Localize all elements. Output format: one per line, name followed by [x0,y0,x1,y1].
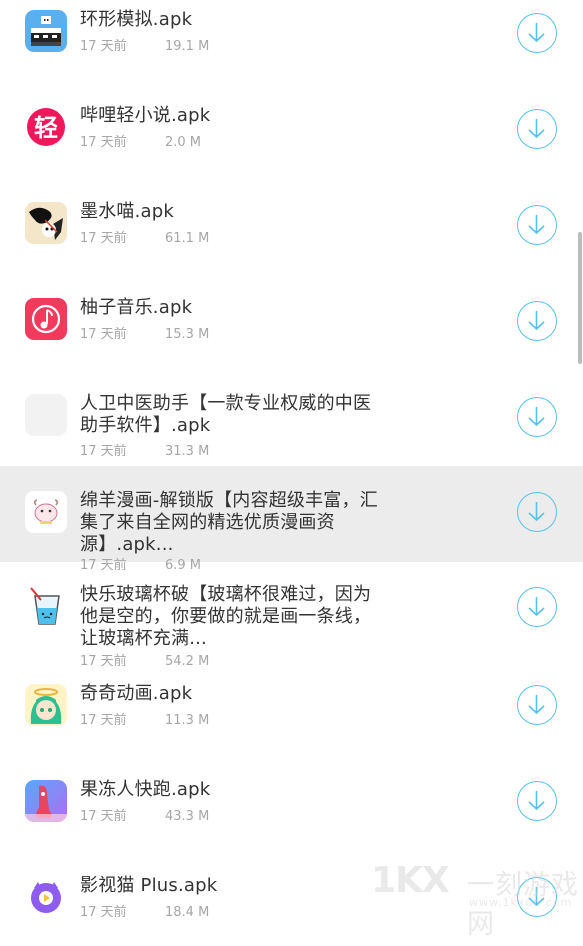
file-date: 17 天前 [80,327,127,342]
list-item[interactable]: 轻 哔哩轻小说.apk 17 天前 2.0 M [0,80,583,176]
music-note-app-icon [25,298,67,340]
list-item[interactable]: 人卫中医助手【一款专业权威的中医助手软件】.apk 17 天前 31.3 M [0,368,583,464]
list-item[interactable]: 墨水喵.apk 17 天前 61.1 M [0,176,583,272]
download-arrow-icon [528,311,545,331]
file-meta: 17 天前 15.3 M [80,323,209,342]
scrollbar[interactable] [578,232,582,364]
download-arrow-icon [528,502,545,522]
file-name: 柚子音乐.apk [80,297,193,318]
list-item[interactable]: 快乐玻璃杯破【玻璃杯很难过，因为他是空的，你要做的就是画一条线，让玻璃杯充满..… [0,562,583,669]
file-name: 果冻人快跑.apk [80,779,211,800]
bilibili-light-novel-app-icon: 轻 [25,106,67,148]
video-cat-app-icon [25,876,67,918]
file-date: 17 天前 [80,809,127,824]
download-arrow-icon [528,119,545,139]
file-meta: 17 天前 31.3 M [80,440,209,459]
file-size: 2.0 M [165,135,202,150]
download-arrow-icon [528,407,545,427]
file-size: 31.3 M [165,444,210,459]
file-meta: 17 天前 61.1 M [80,227,209,246]
download-button[interactable] [517,109,557,149]
file-name: 快乐玻璃杯破【玻璃杯很难过，因为他是空的，你要做的就是画一条线，让玻璃杯充满..… [80,584,372,649]
file-date: 17 天前 [80,231,127,246]
download-button[interactable] [517,587,557,627]
download-button[interactable] [517,781,557,821]
file-size: 43.3 M [165,809,210,824]
water-glass-app-icon [25,586,67,628]
download-button[interactable] [517,205,557,245]
file-size: 19.1 M [165,39,210,54]
download-arrow-icon [528,597,545,617]
list-item[interactable]: 果冻人快跑.apk 17 天前 43.3 M [0,754,583,850]
list-item[interactable]: 柚子音乐.apk 17 天前 15.3 M [0,272,583,368]
file-meta: 17 天前 43.3 M [80,805,209,824]
blank-app-icon [25,394,67,436]
download-arrow-icon [528,695,545,715]
ink-cat-app-icon [25,202,67,244]
file-name: 哔哩轻小说.apk [80,105,211,126]
file-date: 17 天前 [80,713,127,728]
download-arrow-icon [528,215,545,235]
list-item[interactable]: 奇奇动画.apk 17 天前 11.3 M [0,658,583,754]
list-item[interactable]: 影视猫 Plus.apk 17 天前 18.4 M [0,850,583,946]
download-button[interactable] [517,877,557,917]
download-button[interactable] [517,301,557,341]
file-meta: 17 天前 11.3 M [80,709,209,728]
sheep-comic-app-icon [25,491,67,533]
file-date: 17 天前 [80,135,127,150]
file-date: 17 天前 [80,444,127,459]
file-name: 墨水喵.apk [80,201,175,222]
pixel-train-app-icon [25,10,67,52]
file-size: 61.1 M [165,231,210,246]
anime-girl-app-icon [25,684,67,726]
download-arrow-icon [528,791,545,811]
file-size: 18.4 M [165,905,210,920]
download-button[interactable] [517,397,557,437]
file-size: 15.3 M [165,327,210,342]
file-name: 影视猫 Plus.apk [80,875,218,896]
file-name: 人卫中医助手【一款专业权威的中医助手软件】.apk [80,393,372,436]
file-name: 奇奇动画.apk [80,683,193,704]
download-arrow-icon [528,887,545,907]
file-size: 11.3 M [165,713,210,728]
file-date: 17 天前 [80,39,127,54]
jelly-runner-app-icon [25,780,67,822]
download-button[interactable] [517,13,557,53]
list-item[interactable]: 绵羊漫画-解锁版【内容超级丰富，汇集了来自全网的精选优质漫画资源】.apk...… [0,466,583,573]
file-meta: 17 天前 2.0 M [80,131,201,150]
file-meta: 17 天前 19.1 M [80,35,209,54]
file-name: 环形模拟.apk [80,9,193,30]
svg-text:轻: 轻 [34,114,58,142]
download-button[interactable] [517,492,557,532]
file-date: 17 天前 [80,905,127,920]
list-item[interactable]: 环形模拟.apk 17 天前 19.1 M [0,0,583,80]
file-name: 绵羊漫画-解锁版【内容超级丰富，汇集了来自全网的精选优质漫画资源】.apk... [80,490,378,555]
file-meta: 17 天前 18.4 M [80,901,209,920]
download-button[interactable] [517,685,557,725]
download-arrow-icon [528,23,545,43]
